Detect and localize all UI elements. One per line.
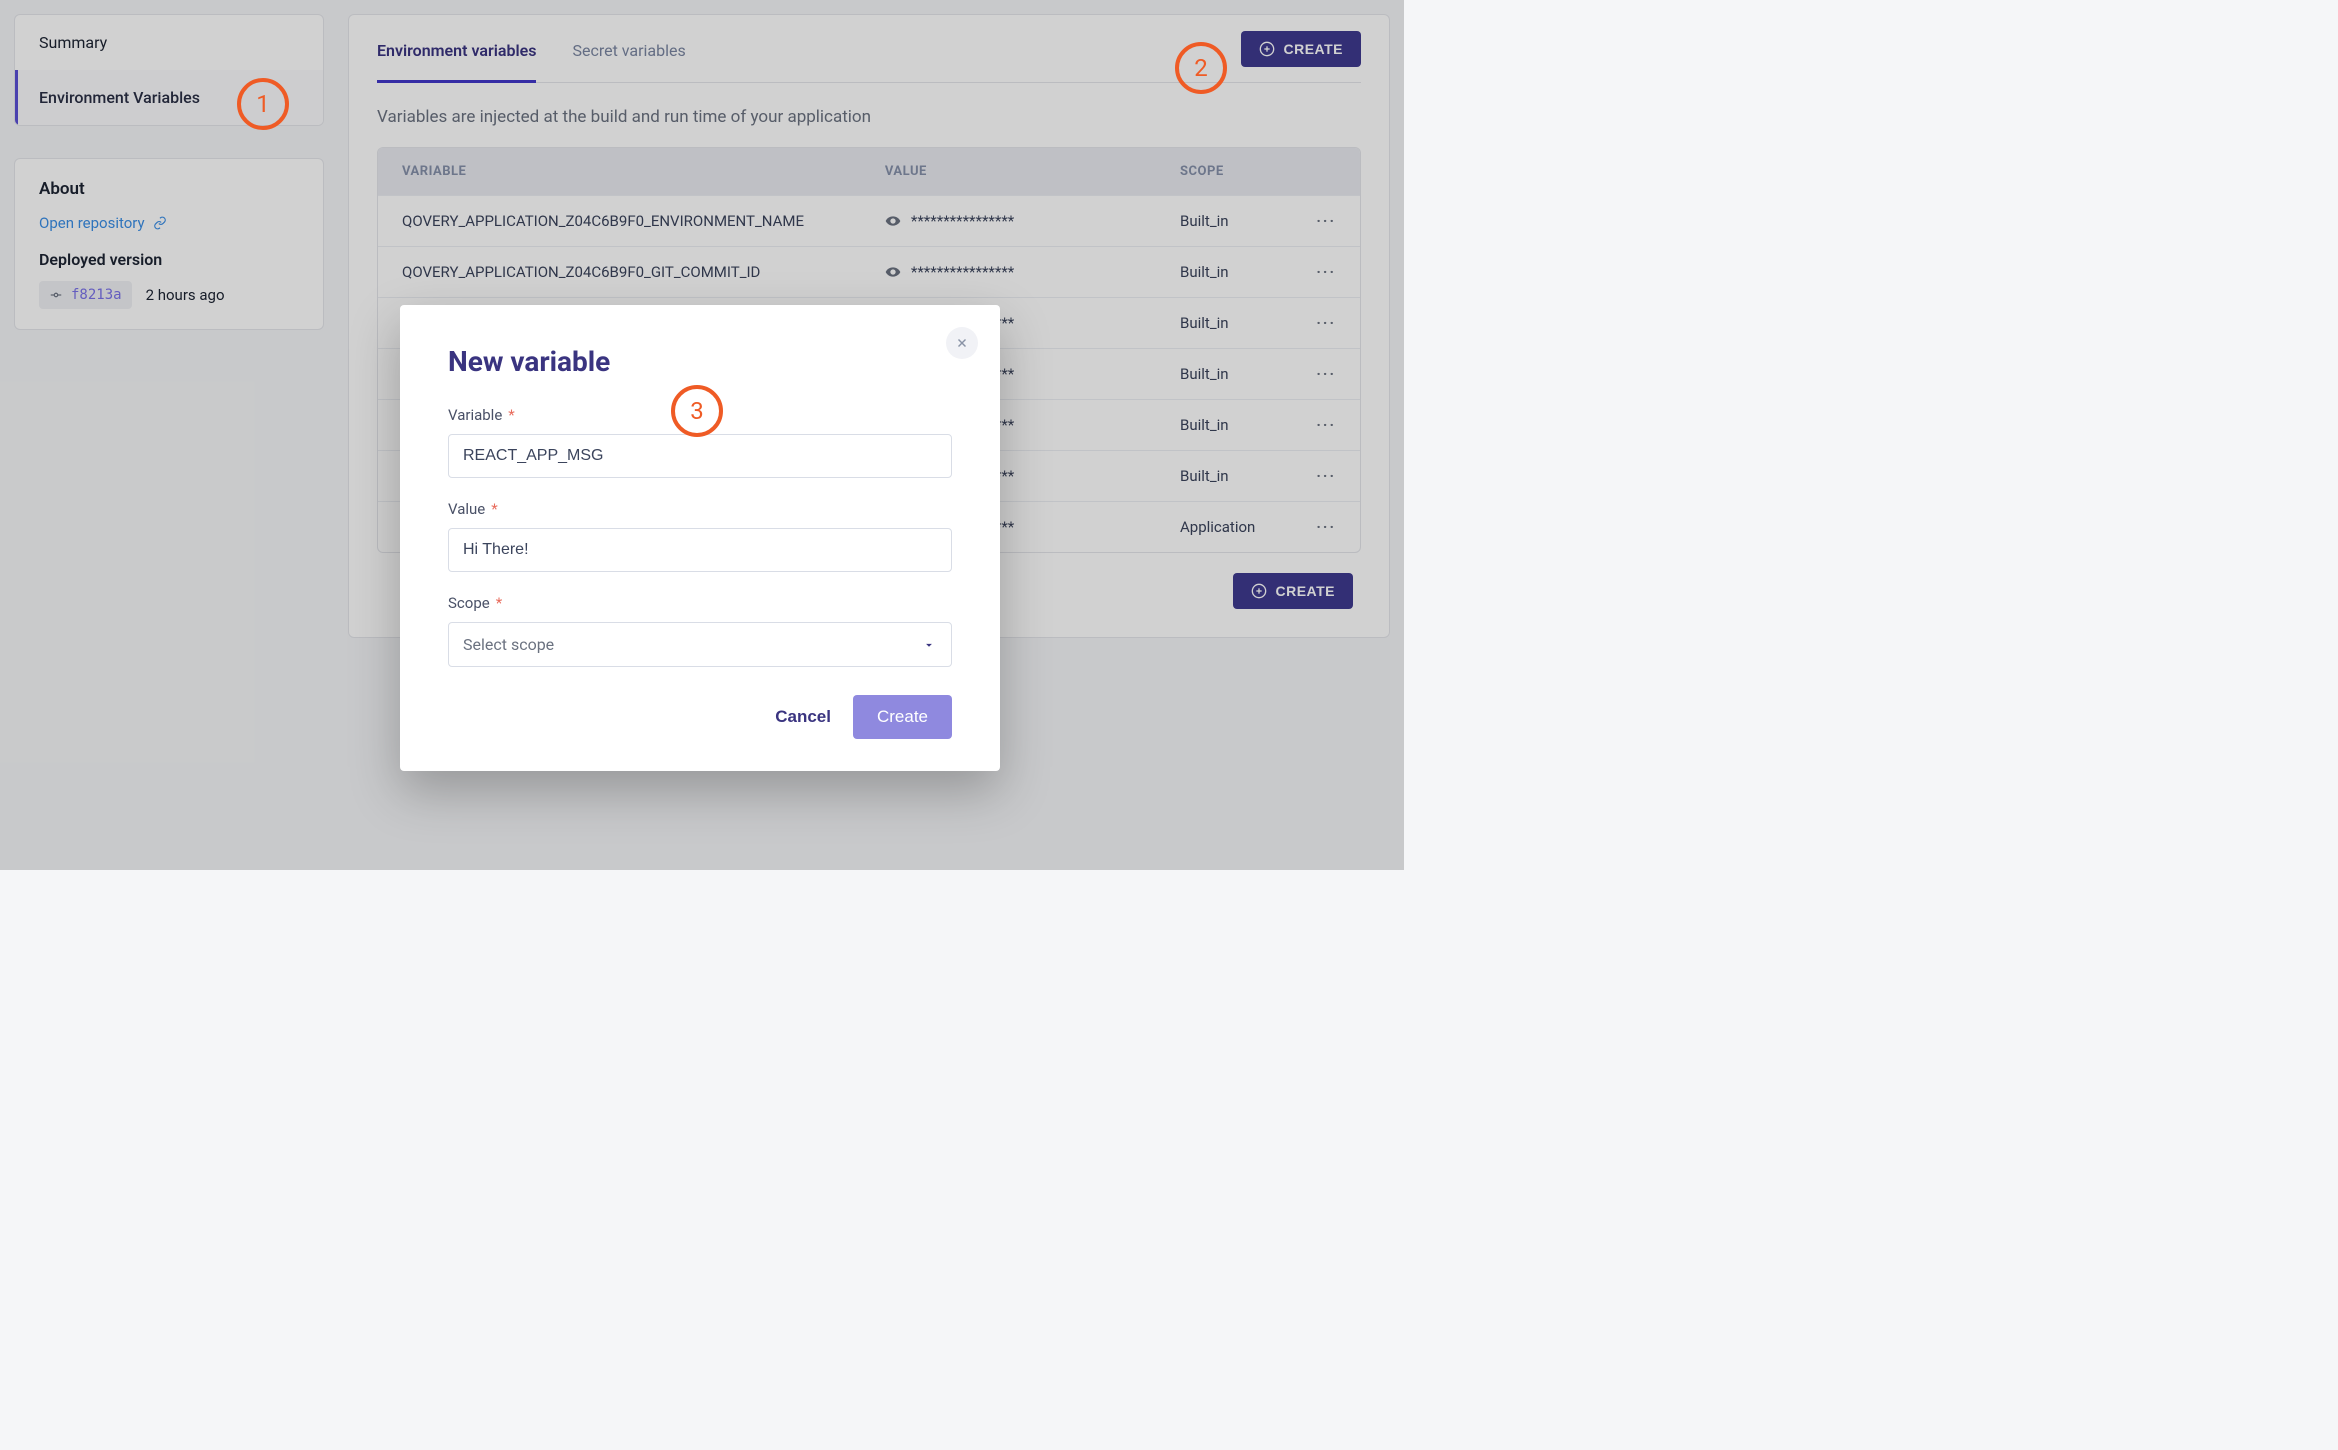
scope-field-label: Scope * [448,594,952,612]
value-field-label-text: Value [448,500,485,518]
annotation-2: 2 [1175,42,1227,94]
variable-field-label-text: Variable [448,406,502,424]
modal-title: New variable [448,345,952,378]
modal-close-button[interactable] [946,327,978,359]
value-field-label: Value * [448,500,952,518]
required-asterisk: * [496,594,502,612]
close-icon [955,336,969,350]
cancel-button[interactable]: Cancel [775,707,831,727]
variable-value-input[interactable] [448,528,952,572]
modal-actions: Cancel Create [448,695,952,739]
annotation-1: 1 [237,78,289,130]
variable-name-input[interactable] [448,434,952,478]
scope-field-label-text: Scope [448,594,490,612]
new-variable-modal: New variable Variable * Value * Scope * Sel… [400,305,1000,771]
scope-select[interactable]: Select scope [448,622,952,667]
required-asterisk: * [508,406,514,424]
create-variable-button[interactable]: Create [853,695,952,739]
required-asterisk: * [491,500,497,518]
annotation-3: 3 [671,385,723,437]
